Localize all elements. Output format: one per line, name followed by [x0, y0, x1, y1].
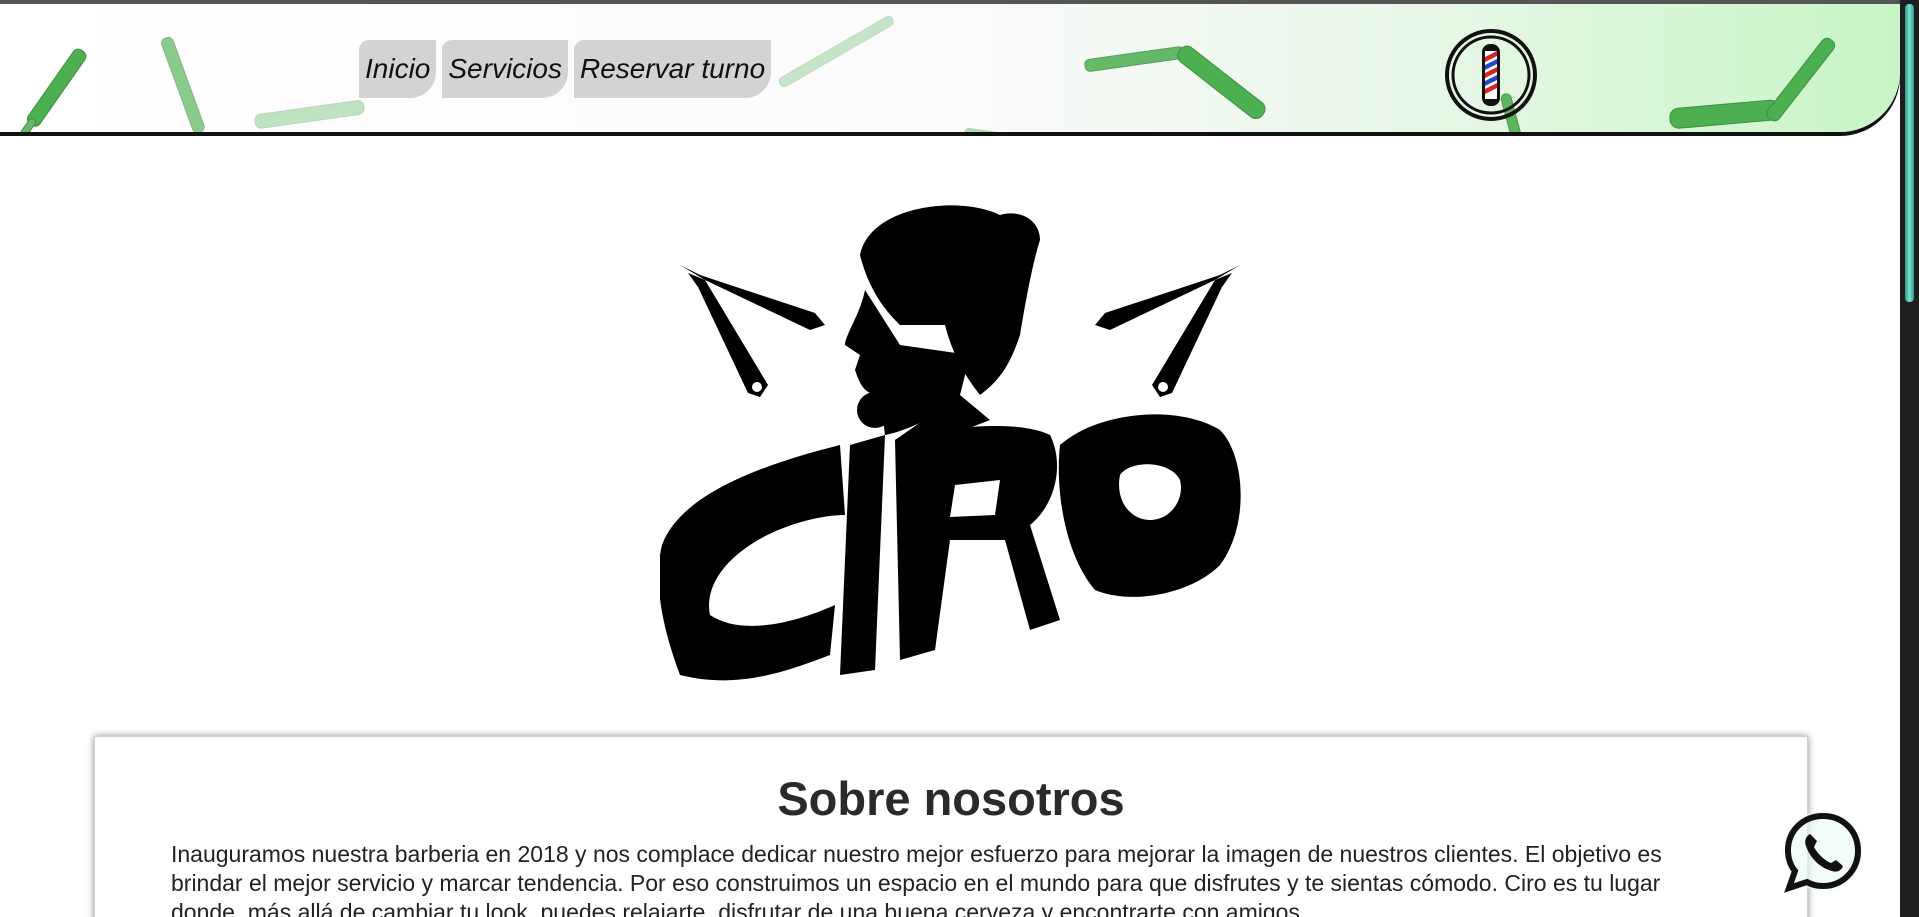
scrollbar[interactable] [1900, 0, 1919, 917]
left-razor-icon [680, 265, 825, 397]
razor-icon [1084, 46, 1185, 72]
razor-pattern-background [14, 16, 1836, 132]
scroll-thumb[interactable] [1905, 4, 1914, 302]
barber-pole-icon[interactable] [1444, 26, 1538, 124]
whatsapp-icon[interactable] [1780, 808, 1866, 894]
site-header: Inicio Servicios Reservar turno [0, 0, 1900, 132]
razor-icon [161, 36, 205, 132]
razor-icon [254, 100, 365, 129]
ciro-barber-logo [660, 205, 1241, 681]
razor-icon [1766, 37, 1836, 122]
nav-servicios[interactable]: Servicios [442, 40, 568, 98]
about-card: Sobre nosotros Inauguramos nuestra barbe… [94, 736, 1808, 917]
right-razor-icon [1095, 265, 1240, 397]
nav-inicio[interactable]: Inicio [359, 40, 437, 98]
razor-icon [14, 48, 87, 132]
nav-reservar-turno[interactable]: Reservar turno [573, 40, 772, 98]
about-text: Inauguramos nuestra barberia en 2018 y n… [171, 841, 1662, 917]
page: Inicio Servicios Reservar turno Sobre no… [0, 0, 1900, 917]
about-title: Sobre nosotros [777, 772, 1125, 825]
razor-icon [1177, 45, 1266, 120]
razor-icon [778, 16, 894, 87]
main-nav: Inicio Servicios Reservar turno [359, 40, 772, 98]
razor-icon [1669, 99, 1781, 129]
ciro-lettering [660, 392, 1241, 681]
razor-icon [964, 128, 1025, 132]
